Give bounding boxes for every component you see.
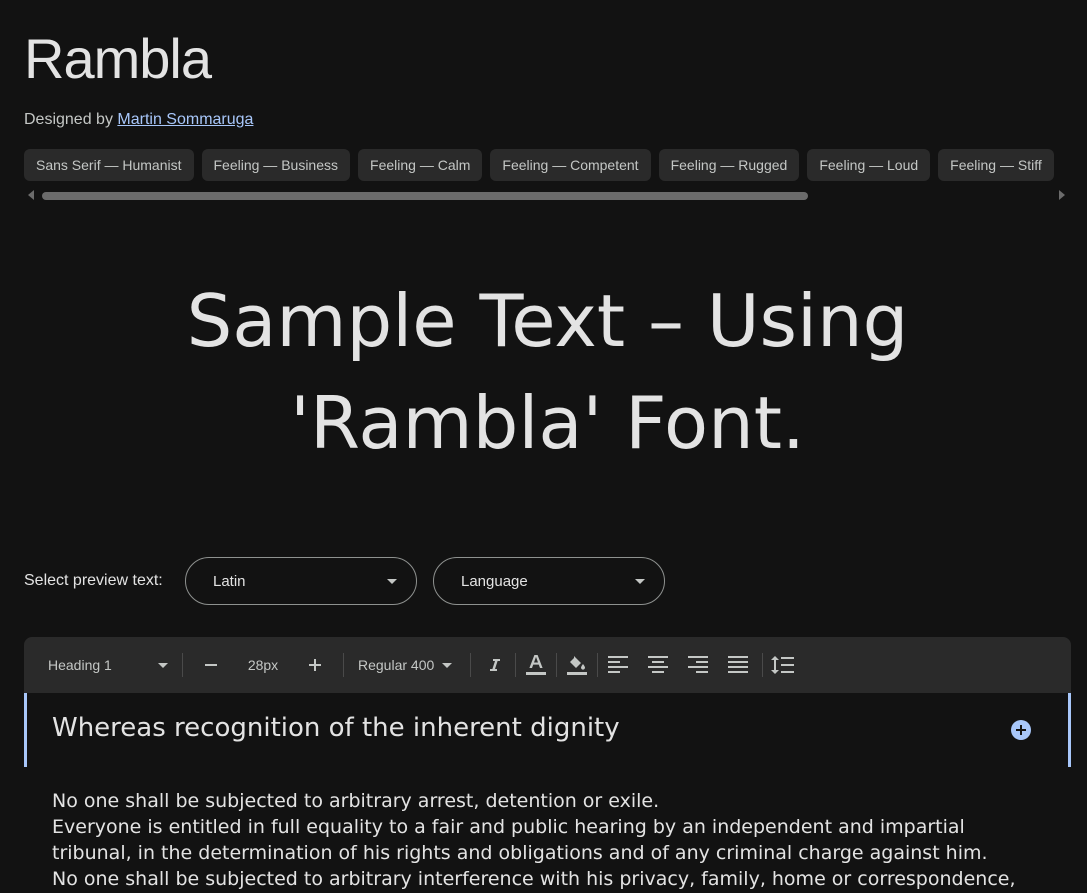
font-weight-value: Regular 400 bbox=[358, 657, 435, 673]
editor-toolbar: Heading 1 28px Regular 400 bbox=[24, 637, 1071, 693]
language-select-value: Language bbox=[461, 572, 528, 590]
align-left-button[interactable] bbox=[602, 649, 634, 681]
scroll-right-arrow-icon[interactable] bbox=[1059, 190, 1065, 200]
decrease-size-button[interactable] bbox=[195, 649, 227, 681]
tag-chip[interactable]: Feeling — Loud bbox=[807, 149, 931, 181]
tag-chip[interactable]: Feeling — Stiff bbox=[938, 149, 1054, 181]
chevron-down-icon bbox=[635, 578, 645, 584]
tag-chip[interactable]: Feeling — Rugged bbox=[658, 149, 800, 181]
text-style-value: Heading 1 bbox=[48, 657, 112, 673]
font-page: Rambla Designed by Martin Sommaruga Sans… bbox=[0, 0, 1087, 893]
increase-size-button[interactable] bbox=[299, 649, 331, 681]
toolbar-divider bbox=[556, 653, 557, 677]
tag-chip[interactable]: Feeling — Business bbox=[201, 149, 351, 181]
align-justify-button[interactable] bbox=[722, 649, 754, 681]
align-right-icon bbox=[688, 656, 708, 673]
toolbar-divider bbox=[597, 653, 598, 677]
designer-prefix: Designed by bbox=[24, 111, 113, 128]
minus-icon bbox=[205, 664, 217, 666]
preview-editor[interactable]: Whereas recognition of the inherent dign… bbox=[24, 693, 1071, 767]
scroll-left-arrow-icon[interactable] bbox=[28, 190, 34, 200]
body-line: No one shall be subjected to arbitrary a… bbox=[52, 790, 660, 812]
toolbar-divider bbox=[182, 653, 183, 677]
font-size-value[interactable]: 28px bbox=[231, 645, 295, 685]
tag-chip[interactable]: Sans Serif — Humanist bbox=[24, 149, 194, 181]
align-center-button[interactable] bbox=[642, 649, 674, 681]
toolbar-divider bbox=[470, 653, 471, 677]
text-color-icon bbox=[526, 655, 546, 675]
designer-credit: Designed by Martin Sommaruga bbox=[24, 111, 253, 129]
designer-link[interactable]: Martin Sommaruga bbox=[117, 111, 253, 128]
align-right-button[interactable] bbox=[682, 649, 714, 681]
add-line-button[interactable] bbox=[1011, 720, 1031, 740]
tag-scrollbar-thumb[interactable] bbox=[42, 192, 808, 200]
toolbar-divider bbox=[762, 653, 763, 677]
plus-icon bbox=[309, 659, 321, 671]
italic-icon bbox=[490, 659, 500, 671]
chevron-down-icon bbox=[158, 662, 168, 668]
sample-text: Sample Text – Using 'Rambla' Font. bbox=[186, 279, 909, 465]
align-justify-icon bbox=[728, 656, 748, 673]
highlight-color-button[interactable] bbox=[561, 649, 593, 681]
font-weight-dropdown[interactable]: Regular 400 bbox=[352, 645, 462, 685]
tag-chip[interactable]: Feeling — Competent bbox=[490, 149, 651, 181]
heading-line[interactable]: Whereas recognition of the inherent dign… bbox=[52, 713, 620, 743]
line-height-button[interactable] bbox=[767, 649, 799, 681]
body-line: Everyone is entitled in full equality to… bbox=[52, 816, 965, 838]
font-title: Rambla bbox=[24, 27, 212, 90]
body-line: No one shall be subjected to arbitrary i… bbox=[52, 868, 1016, 890]
script-select[interactable]: Latin bbox=[185, 557, 417, 605]
tag-list: Sans Serif — Humanist Feeling — Business F… bbox=[24, 149, 1087, 181]
text-style-dropdown[interactable]: Heading 1 bbox=[48, 645, 172, 685]
tag-scroller[interactable]: Sans Serif — Humanist Feeling — Business F… bbox=[24, 149, 1087, 181]
body-paragraph[interactable]: No one shall be subjected to arbitrary a… bbox=[52, 788, 1052, 892]
language-select[interactable]: Language bbox=[433, 557, 665, 605]
italic-button[interactable] bbox=[479, 649, 511, 681]
fill-color-icon bbox=[567, 656, 587, 675]
align-center-icon bbox=[648, 656, 668, 673]
toolbar-divider bbox=[515, 653, 516, 677]
align-left-icon bbox=[608, 656, 628, 673]
body-line: tribunal, in the determination of his ri… bbox=[52, 842, 988, 864]
chevron-down-icon bbox=[387, 578, 397, 584]
chevron-down-icon bbox=[442, 662, 453, 668]
plus-icon bbox=[1016, 725, 1026, 735]
text-color-button[interactable] bbox=[520, 649, 552, 681]
tag-chip[interactable]: Feeling — Calm bbox=[358, 149, 483, 181]
preview-label: Select preview text: bbox=[24, 572, 163, 589]
line-height-icon bbox=[771, 656, 794, 674]
toolbar-divider bbox=[343, 653, 344, 677]
script-select-value: Latin bbox=[213, 572, 246, 590]
